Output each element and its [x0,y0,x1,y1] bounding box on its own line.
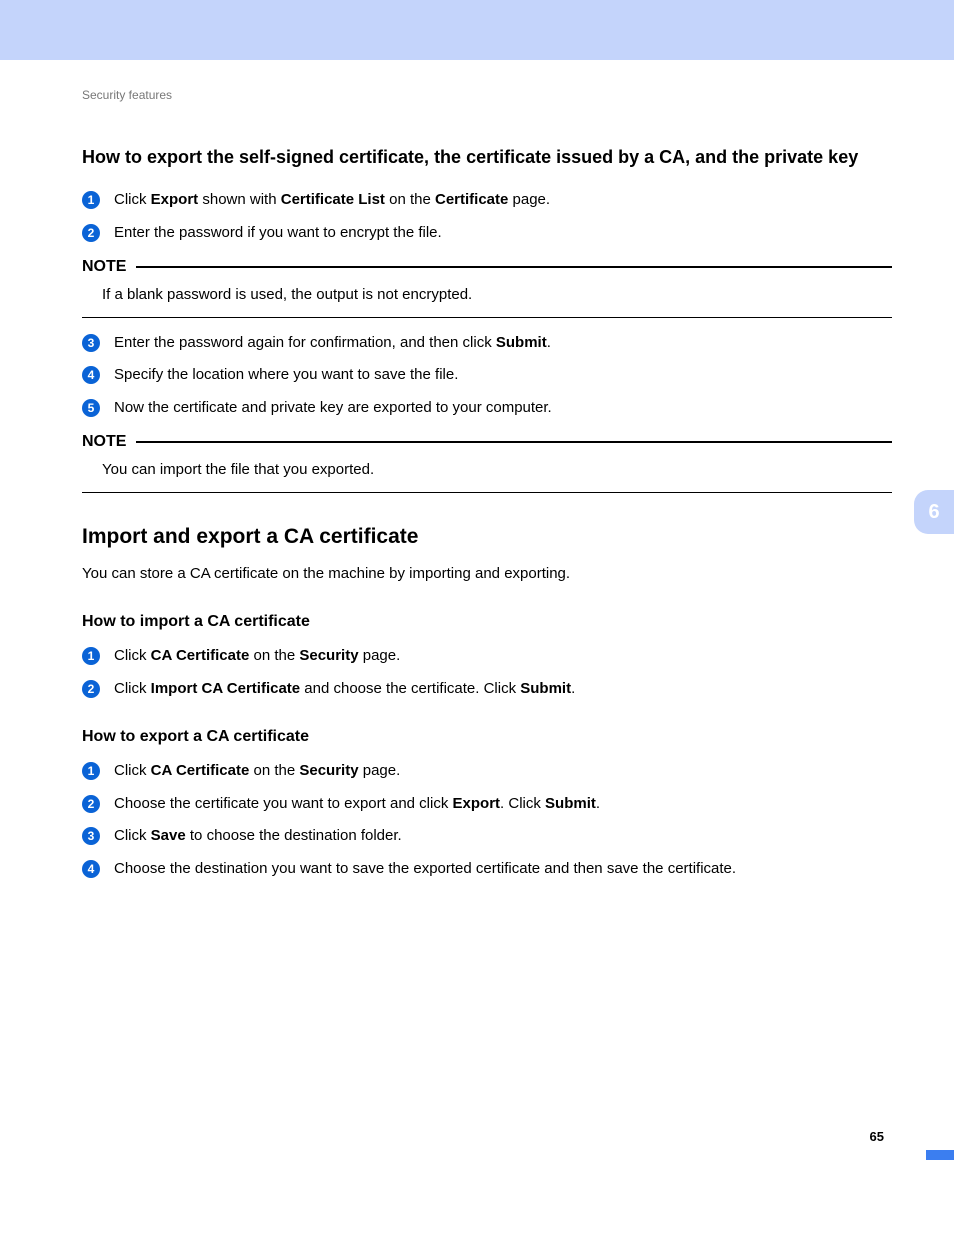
page-corner-tab [926,1150,954,1160]
section-title-ca-cert: Import and export a CA certificate [82,525,892,549]
section-title-export-selfsigned: How to export the self-signed certificat… [82,146,892,169]
sub-title-import-ca: How to import a CA certificate [82,613,892,631]
chapter-tab: 6 [914,490,954,534]
note-rule [82,317,892,318]
step-5: 5 Now the certificate and private key ar… [82,397,892,420]
step-bullet-icon: 4 [82,366,100,384]
step-text: Click Export shown with Certificate List… [114,189,892,212]
page-footer: 65 [870,1129,892,1144]
breadcrumb: Security features [82,88,892,102]
step-2: 2 Click Import CA Certificate and choose… [82,678,892,701]
sub-title-export-ca: How to export a CA certificate [82,728,892,746]
step-text: Click CA Certificate on the Security pag… [114,645,892,668]
note-body: If a blank password is used, the output … [82,276,892,317]
step-bullet-icon: 1 [82,191,100,209]
step-bullet-icon: 3 [82,827,100,845]
page-number: 65 [870,1129,884,1144]
step-text: Enter the password again for confirmatio… [114,332,892,355]
page-content: Security features How to export the self… [0,60,954,1160]
note-label: NOTE [82,433,136,451]
step-1: 1 Click Export shown with Certificate Li… [82,189,892,212]
intro-text: You can store a CA certificate on the ma… [82,563,892,586]
step-text: Enter the password if you want to encryp… [114,222,892,245]
step-bullet-icon: 5 [82,399,100,417]
step-bullet-icon: 2 [82,224,100,242]
step-text: Choose the certificate you want to expor… [114,793,892,816]
step-4: 4 Specify the location where you want to… [82,364,892,387]
step-1: 1 Click CA Certificate on the Security p… [82,760,892,783]
step-2: 2 Choose the certificate you want to exp… [82,793,892,816]
note-block: NOTE You can import the file that you ex… [82,433,892,493]
note-block: NOTE If a blank password is used, the ou… [82,258,892,318]
step-bullet-icon: 4 [82,860,100,878]
note-rule [136,266,892,268]
step-bullet-icon: 3 [82,334,100,352]
step-text: Click Save to choose the destination fol… [114,825,892,848]
step-2: 2 Enter the password if you want to encr… [82,222,892,245]
step-4: 4 Choose the destination you want to sav… [82,858,892,881]
note-body: You can import the file that you exporte… [82,451,892,492]
step-bullet-icon: 1 [82,762,100,780]
step-text: Choose the destination you want to save … [114,858,892,881]
step-1: 1 Click CA Certificate on the Security p… [82,645,892,668]
step-text: Specify the location where you want to s… [114,364,892,387]
top-band [0,0,954,60]
step-bullet-icon: 2 [82,795,100,813]
note-rule [136,441,892,443]
step-3: 3 Click Save to choose the destination f… [82,825,892,848]
step-text: Now the certificate and private key are … [114,397,892,420]
step-text: Click Import CA Certificate and choose t… [114,678,892,701]
step-3: 3 Enter the password again for confirmat… [82,332,892,355]
step-bullet-icon: 2 [82,680,100,698]
step-bullet-icon: 1 [82,647,100,665]
note-rule [82,492,892,493]
note-label: NOTE [82,258,136,276]
step-text: Click CA Certificate on the Security pag… [114,760,892,783]
